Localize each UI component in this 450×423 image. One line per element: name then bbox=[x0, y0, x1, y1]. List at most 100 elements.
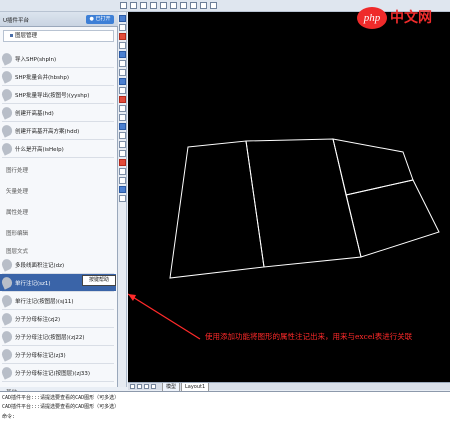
menu-category[interactable]: 属性处理 bbox=[0, 203, 116, 220]
last-tab-icon[interactable] bbox=[151, 384, 156, 389]
prev-tab-icon[interactable] bbox=[137, 384, 142, 389]
leaf-icon bbox=[0, 123, 14, 138]
first-tab-icon[interactable] bbox=[130, 384, 135, 389]
redo-icon[interactable] bbox=[170, 2, 177, 9]
panel-header: U插件平台 ● 已打开 bbox=[0, 12, 118, 27]
extend-tool-icon[interactable] bbox=[119, 123, 126, 130]
pick-tool-icon[interactable] bbox=[119, 24, 126, 31]
site-watermark: php 中文网 bbox=[357, 5, 447, 33]
offset-tool-icon[interactable] bbox=[119, 60, 126, 67]
menu-item[interactable]: 分子分母标注记(按图层)(zj33) bbox=[0, 364, 116, 381]
select-tool-icon[interactable] bbox=[119, 15, 126, 22]
menu-item-label: 什么是开高(isHelp) bbox=[15, 147, 64, 153]
arc-tool-icon[interactable] bbox=[119, 195, 126, 202]
save-icon[interactable] bbox=[140, 2, 147, 9]
menu-item[interactable]: 多段线面积注记(dz) bbox=[0, 256, 116, 273]
open-file-icon[interactable] bbox=[130, 2, 137, 9]
php-logo-mark: php bbox=[357, 7, 387, 29]
chamfer-tool-icon[interactable] bbox=[119, 150, 126, 157]
layout-tabs: 模型 Layout1 bbox=[128, 382, 450, 391]
menu-category[interactable]: 图行处理 bbox=[0, 161, 116, 178]
tab-layout1[interactable]: Layout1 bbox=[181, 383, 210, 391]
menu-category[interactable]: 图形编辑 bbox=[0, 224, 116, 241]
menu-separator bbox=[2, 157, 114, 158]
menu-item-label: SHP批量合并(hbshp) bbox=[15, 75, 70, 81]
menu-item[interactable]: 单行注记(按图层)(sj11) bbox=[0, 292, 116, 309]
print-icon[interactable] bbox=[150, 2, 157, 9]
menu-item-label: 导入SHP(shpIn) bbox=[15, 57, 57, 63]
array-tool-icon[interactable] bbox=[119, 69, 126, 76]
leaf-icon bbox=[0, 141, 14, 156]
rotate-tool-icon[interactable] bbox=[119, 87, 126, 94]
parcel-bottom-right[interactable] bbox=[345, 179, 440, 258]
new-file-icon[interactable] bbox=[120, 2, 127, 9]
leaf-icon bbox=[0, 275, 14, 290]
menu-item[interactable]: 什么是开高(isHelp) bbox=[0, 140, 116, 157]
menu-item-label: 矢量处理 bbox=[6, 189, 29, 195]
pan-icon[interactable] bbox=[180, 2, 187, 9]
opened-button[interactable]: ● 已打开 bbox=[86, 15, 114, 24]
copy-tool-icon[interactable] bbox=[119, 42, 126, 49]
break-tool-icon[interactable] bbox=[119, 132, 126, 139]
trim-tool-icon[interactable] bbox=[119, 114, 126, 121]
menu-item[interactable]: SHP批量合并(hbshp) bbox=[0, 68, 116, 85]
zoom-icon[interactable] bbox=[190, 2, 197, 9]
menu-item-label: 分子分母标注(zj2) bbox=[15, 317, 61, 323]
plugin-panel: U插件平台 ● 已打开 图层管理 导入SHP(shpIn) SHP批量合并(hbs… bbox=[0, 12, 118, 396]
leaf-icon bbox=[0, 365, 14, 380]
menu-item-label: 分子分母标注记(按图层)(zj33) bbox=[15, 371, 90, 377]
menu-item[interactable]: 创建开高基(hd) bbox=[0, 104, 116, 121]
mirror-tool-icon[interactable] bbox=[119, 51, 126, 58]
tab-model[interactable]: 模型 bbox=[162, 383, 181, 391]
command-prompt[interactable]: 命令: bbox=[2, 413, 15, 420]
menu-item-label: 图层文式 bbox=[6, 249, 29, 255]
explode-tool-icon[interactable] bbox=[119, 168, 126, 175]
line-tool-icon[interactable] bbox=[119, 177, 126, 184]
menu-category[interactable]: 矢量处理 bbox=[0, 182, 116, 199]
leaf-icon bbox=[0, 311, 14, 326]
section-layer-management[interactable]: 图层管理 bbox=[3, 30, 114, 42]
move-tool-icon[interactable] bbox=[119, 78, 126, 85]
properties-icon[interactable] bbox=[210, 2, 217, 9]
bullet-icon bbox=[10, 34, 13, 37]
scale-tool-icon[interactable] bbox=[119, 96, 126, 103]
menu-item[interactable]: 导入SHP(shpIn) bbox=[0, 50, 116, 67]
menu-item-label: 分子分母注记(按图层)(zj22) bbox=[15, 335, 85, 341]
menu-separator bbox=[2, 381, 114, 382]
join-tool-icon[interactable] bbox=[119, 141, 126, 148]
layer-icon[interactable] bbox=[200, 2, 207, 9]
leaf-icon bbox=[0, 105, 14, 120]
leaf-icon bbox=[0, 257, 14, 272]
menu-item[interactable]: SHP批量导出(按图号)(yyshp) bbox=[0, 86, 116, 103]
undo-icon[interactable] bbox=[160, 2, 167, 9]
drawing-canvas[interactable]: 使用添加功能将图形的属性注记出来，用来与excel表进行关联 bbox=[128, 12, 450, 382]
menu-item-label: 图形编辑 bbox=[6, 231, 29, 237]
menu-item[interactable]: 分子分母注记(按图层)(zj22) bbox=[0, 328, 116, 345]
stretch-tool-icon[interactable] bbox=[119, 105, 126, 112]
parcel-left[interactable] bbox=[169, 140, 265, 279]
leaf-icon bbox=[0, 51, 14, 66]
next-tab-icon[interactable] bbox=[144, 384, 149, 389]
parcel-top-right[interactable] bbox=[332, 138, 414, 196]
section-label: 图层管理 bbox=[15, 33, 38, 39]
command-history-line: CAD插件平台:::请提选要查看的CAD图形（可多选） bbox=[2, 395, 120, 401]
help-tooltip: 按键帮助 bbox=[82, 275, 116, 286]
menu-item[interactable]: 分子分母标注(zj2) bbox=[0, 310, 116, 327]
menu-item[interactable]: 创建开高基开高方案(hdd) bbox=[0, 122, 116, 139]
command-history-line: CAD插件平台:::请提选要查看的CAD图形（可多选） bbox=[2, 404, 120, 410]
leaf-icon bbox=[0, 69, 14, 84]
menu-item[interactable]: 分子分母标注记(zj3) bbox=[0, 346, 116, 363]
annotation-arrowhead bbox=[128, 294, 136, 301]
delete-tool-icon[interactable] bbox=[119, 33, 126, 40]
command-area[interactable]: CAD插件平台:::请提选要查看的CAD图形（可多选） CAD插件平台:::请提… bbox=[0, 391, 450, 423]
php-logo-text: 中文网 bbox=[390, 10, 432, 26]
menu-item-label: 图行处理 bbox=[6, 168, 29, 174]
annotation-text: 使用添加功能将图形的属性注记出来，用来与excel表进行关联 bbox=[205, 332, 413, 341]
menu-item-label: 分子分母标注记(zj3) bbox=[15, 353, 66, 359]
menu-item-label: 属性处理 bbox=[6, 210, 29, 216]
polyline-tool-icon[interactable] bbox=[119, 186, 126, 193]
parcel-middle[interactable] bbox=[245, 138, 362, 268]
menu-item-label: 单行注记(按图层)(sj11) bbox=[15, 299, 74, 305]
fillet-tool-icon[interactable] bbox=[119, 159, 126, 166]
vertical-toolbar bbox=[118, 12, 127, 387]
